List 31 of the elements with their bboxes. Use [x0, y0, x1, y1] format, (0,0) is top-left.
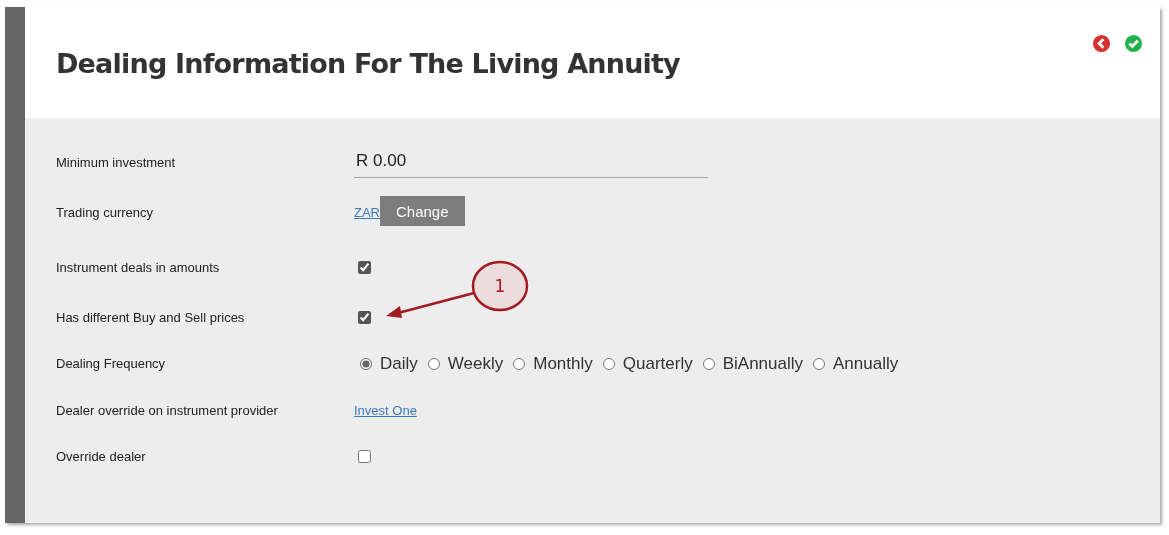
back-icon[interactable] [1092, 34, 1111, 53]
field-label: Dealer override on instrument provider [56, 402, 279, 418]
provider-link[interactable]: Invest One [354, 402, 417, 418]
checkbox[interactable] [358, 450, 371, 464]
checkbox[interactable] [358, 261, 371, 274]
annotation-number: 1 [494, 276, 506, 296]
field-label: Override dealer [56, 449, 147, 465]
field-label: Instrument deals in amounts [56, 260, 221, 275]
checkbox[interactable] [358, 310, 371, 324]
page-title: Dealing Information For The Living Annuity [56, 48, 680, 79]
field-label: Trading currency [56, 205, 155, 220]
field-label: Has different Buy and Sell prices [56, 309, 246, 325]
radio-label: Weekly [447, 353, 504, 374]
field-label: Dealing Frequency [56, 356, 167, 372]
radio-button[interactable] [513, 357, 526, 370]
annotation-callout [471, 260, 529, 312]
radio-label: Daily [380, 353, 418, 374]
radio-button[interactable] [813, 357, 825, 370]
radio-button[interactable] [427, 357, 440, 370]
radio-button[interactable] [702, 357, 715, 370]
input-field[interactable]: R 0.00 [354, 147, 708, 178]
change-button[interactable]: Change [380, 196, 465, 226]
radio-label: Monthly [533, 353, 593, 374]
currency-link[interactable]: ZAR [354, 205, 380, 220]
radio-button[interactable] [360, 357, 372, 370]
radio-button[interactable] [602, 357, 615, 370]
radio-label: BiAnnually [722, 353, 803, 374]
check-icon[interactable] [1124, 34, 1143, 53]
radio-label: Quarterly [622, 353, 693, 374]
field-label: Minimum investment [56, 155, 177, 170]
radio-label: Annually [833, 353, 899, 374]
